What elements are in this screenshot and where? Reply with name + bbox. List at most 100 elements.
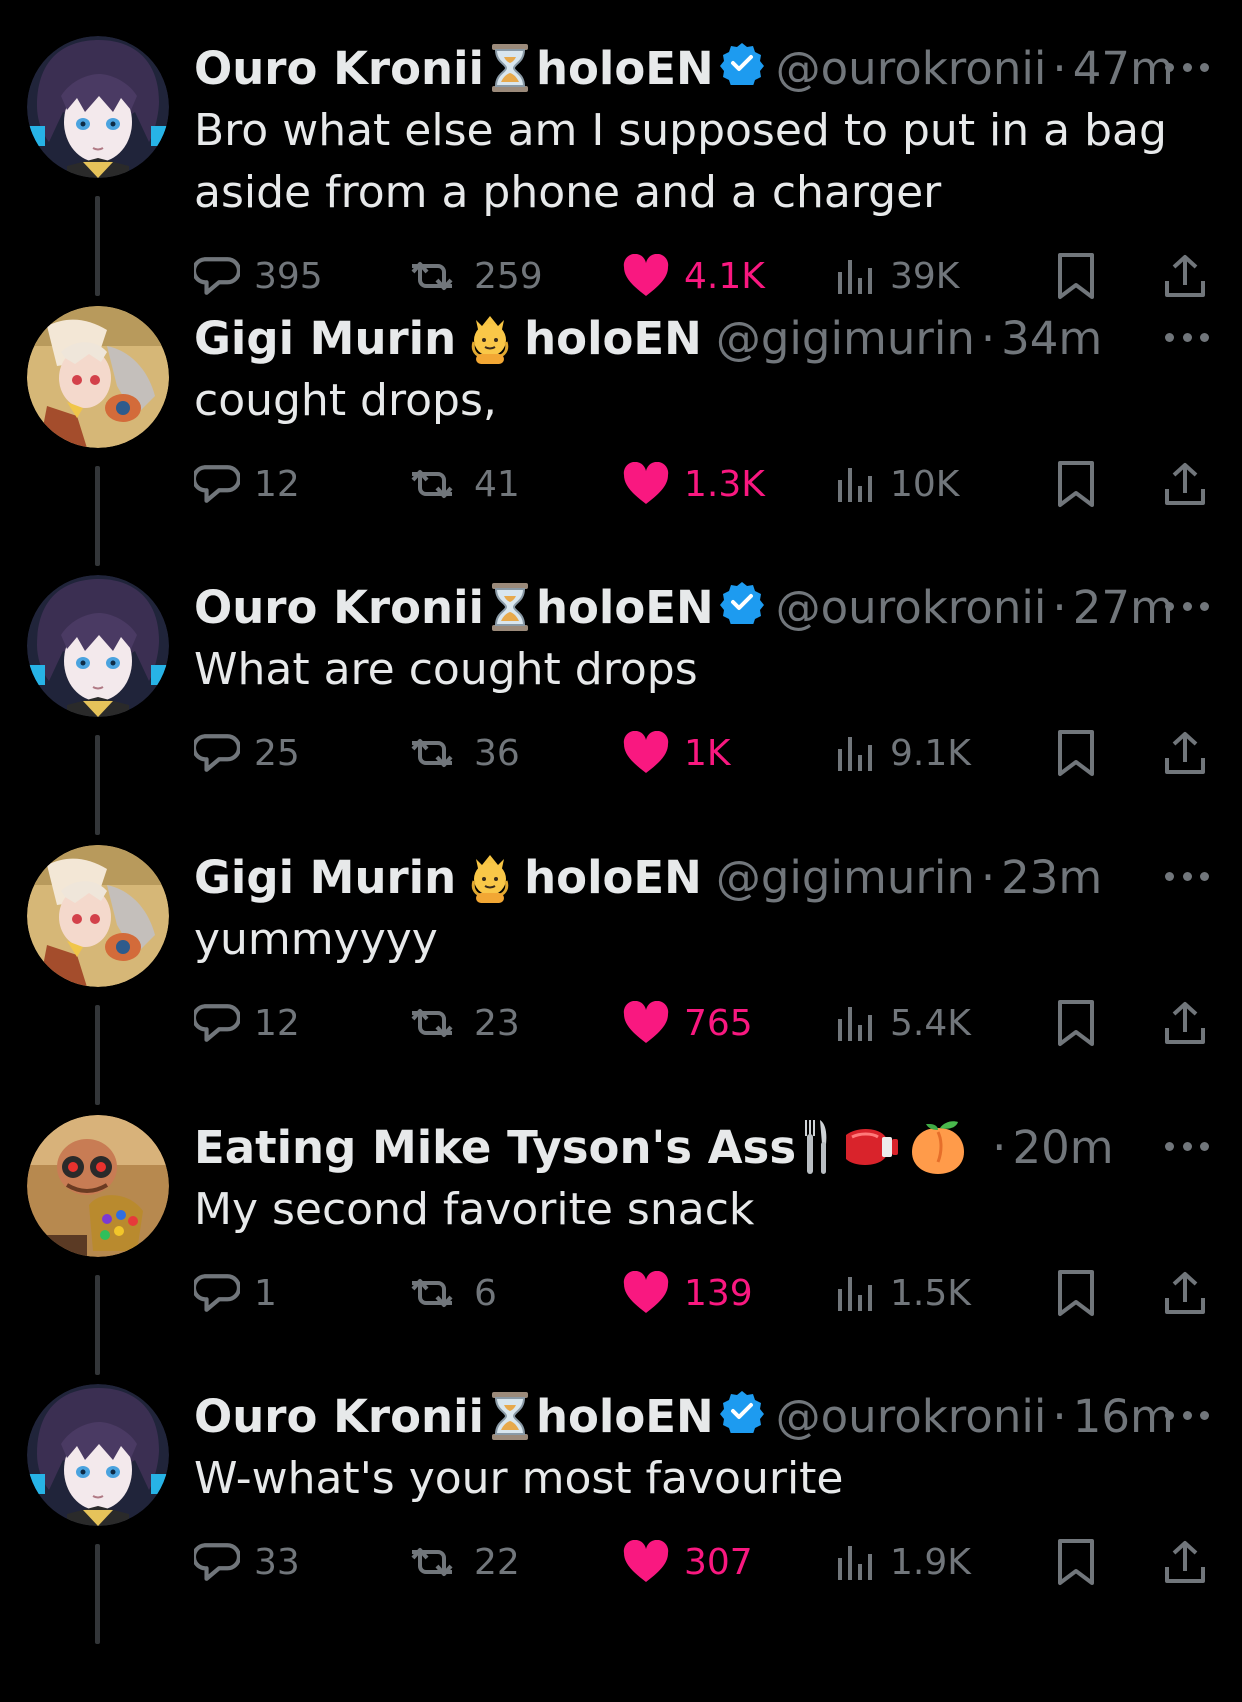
handle[interactable]: @ourokronii [776,1390,1047,1443]
display-name[interactable]: Eating Mike Tyson's Ass [194,1121,796,1174]
display-name[interactable]: Gigi Murin [194,312,456,365]
views-button[interactable]: 1.9K [836,1532,971,1592]
timestamp[interactable]: 47m [1073,42,1174,95]
more-icon[interactable] [1165,330,1209,344]
like-count: 4.1K [684,255,765,297]
thread: Ouro Kronii holoEN @ourokronii · 47m Bro what… [0,0,1242,1702]
reply-count: 1 [254,1272,277,1314]
display-name-suffix[interactable]: holoEN [536,1390,714,1443]
tweet-text: yummyyyy [194,914,438,965]
avatar[interactable] [27,1384,169,1526]
retweet-icon [404,256,474,296]
separator-dot: · [992,1120,1007,1174]
retweet-icon [404,1542,474,1582]
retweet-button[interactable]: 22 [404,1532,520,1592]
bookmark-button[interactable] [1056,1532,1096,1592]
tweet[interactable]: Ouro Kronii holoEN @ourokronii · 47m Bro what… [0,36,1242,308]
share-button[interactable] [1162,723,1208,783]
views-button[interactable]: 9.1K [836,723,971,783]
like-button[interactable]: 1.3K [622,454,765,514]
retweet-button[interactable]: 6 [404,1263,497,1323]
retweet-icon [404,733,474,773]
timestamp[interactable]: 23m [1001,851,1102,904]
reply-icon [194,730,254,776]
timestamp[interactable]: 27m [1073,581,1174,634]
avatar[interactable] [27,845,169,987]
timestamp[interactable]: 16m [1073,1390,1174,1443]
retweet-button[interactable]: 36 [404,723,520,783]
more-icon[interactable] [1165,599,1209,613]
share-button[interactable] [1162,454,1208,514]
reply-button[interactable]: 25 [194,723,300,783]
bookmark-button[interactable] [1056,1263,1096,1323]
avatar[interactable] [27,306,169,448]
verified-badge-icon [719,41,764,96]
tweet[interactable]: Ouro Kronii holoEN @ourokronii · 16m W-what's… [0,1384,1242,1656]
tweet[interactable]: Ouro Kronii holoEN @ourokronii · 27m What are… [0,575,1242,847]
views-count: 1.5K [890,1272,971,1314]
retweet-button[interactable]: 41 [404,454,520,514]
heart-icon [622,1540,684,1584]
reply-button[interactable]: 1 [194,1263,277,1323]
share-button[interactable] [1162,246,1208,306]
handle[interactable]: @ourokronii [776,581,1047,634]
display-name-suffix[interactable]: holoEN [536,42,714,95]
handle[interactable]: @gigimurin [716,851,975,904]
retweet-button[interactable]: 259 [404,246,543,306]
like-button[interactable]: 4.1K [622,246,765,306]
avatar[interactable] [27,575,169,717]
views-button[interactable]: 1.5K [836,1263,971,1323]
like-button[interactable]: 139 [622,1263,753,1323]
display-name-suffix[interactable]: holoEN [536,581,714,634]
timestamp[interactable]: 34m [1001,312,1102,365]
more-icon[interactable] [1165,869,1209,883]
separator-dot: · [980,850,996,904]
bookmark-button[interactable] [1056,993,1096,1053]
share-button[interactable] [1162,1263,1208,1323]
handle[interactable]: @gigimurin [716,312,975,365]
separator-dot: · [1052,41,1067,95]
retweet-icon [404,464,474,504]
bookmark-button[interactable] [1056,454,1096,514]
like-count: 765 [684,1002,753,1044]
like-button[interactable]: 307 [622,1532,753,1592]
display-name-suffix[interactable]: holoEN [524,312,702,365]
tweet[interactable]: Eating Mike Tyson's Ass · 20m My second fav… [0,1115,1242,1387]
more-icon[interactable] [1165,1139,1209,1153]
bookmark-button[interactable] [1056,246,1096,306]
bookmark-icon [1056,1538,1096,1586]
reply-button[interactable]: 12 [194,454,300,514]
handle[interactable]: @ourokronii [776,42,1047,95]
views-button[interactable]: 10K [836,454,959,514]
reply-button[interactable]: 395 [194,246,323,306]
display-name[interactable]: Ouro Kronii [194,1390,484,1443]
more-icon[interactable] [1165,1408,1209,1422]
bookmark-icon [1056,1269,1096,1317]
reply-icon [194,1270,254,1316]
retweet-button[interactable]: 23 [404,993,520,1053]
avatar[interactable] [27,36,169,178]
like-button[interactable]: 765 [622,993,753,1053]
more-icon[interactable] [1165,60,1209,74]
reply-button[interactable]: 33 [194,1532,300,1592]
like-button[interactable]: 1K [622,723,731,783]
share-button[interactable] [1162,993,1208,1053]
tweet[interactable]: Gigi Murin holoEN @gigimurin · 34m cought dro… [0,306,1242,578]
tweet-header: Ouro Kronii holoEN @ourokronii · 47m [194,38,1174,98]
share-button[interactable] [1162,1532,1208,1592]
display-name-suffix[interactable]: holoEN [524,851,702,904]
views-button[interactable]: 39K [836,246,959,306]
avatar[interactable] [27,1115,169,1257]
views-button[interactable]: 5.4K [836,993,971,1053]
bookmark-button[interactable] [1056,723,1096,783]
action-bar: 395 259 4.1K 39K [0,246,1242,306]
display-name[interactable]: Ouro Kronii [194,42,484,95]
timestamp[interactable]: 20m [1012,1121,1113,1174]
views-icon [836,1003,890,1043]
retweet-icon [404,1273,474,1313]
tweet[interactable]: Gigi Murin holoEN @gigimurin · 23m yummyyyy 12… [0,845,1242,1117]
display-name[interactable]: Ouro Kronii [194,581,484,634]
reply-button[interactable]: 12 [194,993,300,1053]
reply-icon [194,1539,254,1585]
display-name[interactable]: Gigi Murin [194,851,456,904]
